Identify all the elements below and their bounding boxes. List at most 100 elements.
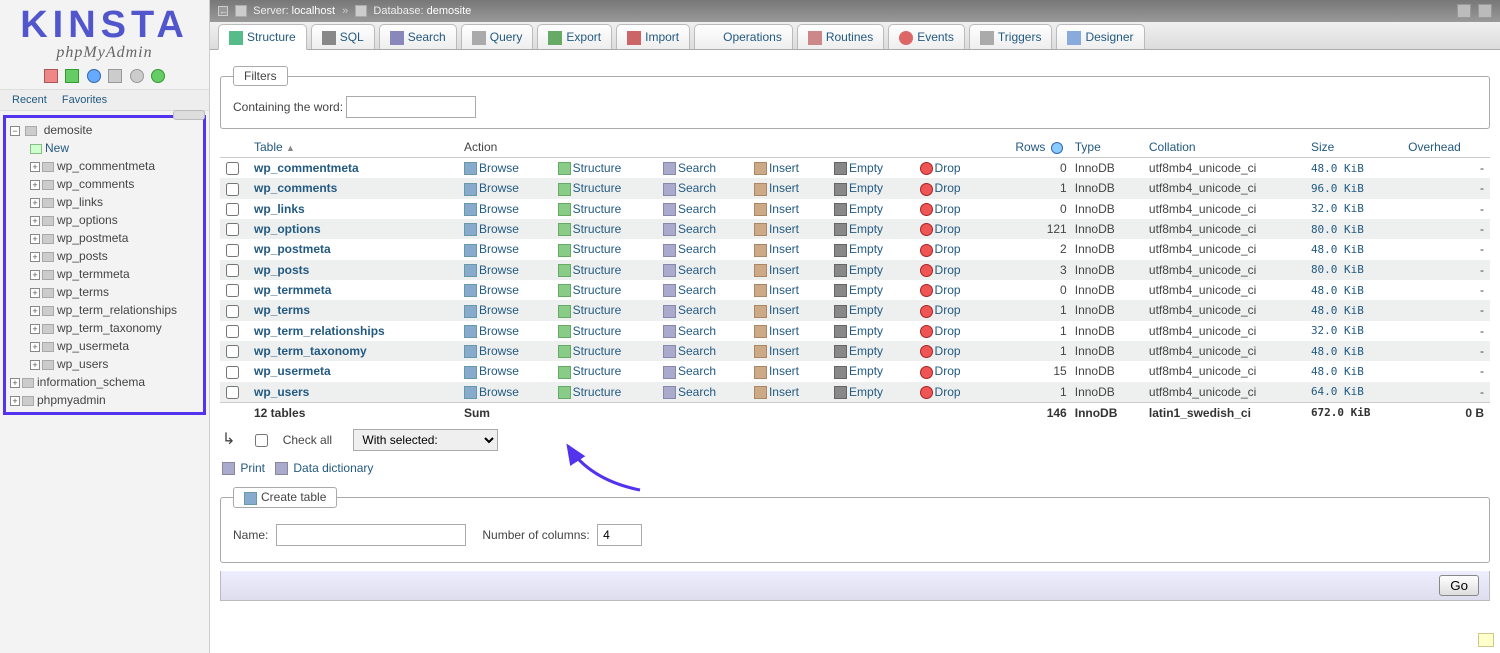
size-link[interactable]: 48.0 KiB	[1311, 284, 1364, 297]
col-size[interactable]: Size	[1305, 137, 1402, 158]
page-settings-icon[interactable]	[1457, 4, 1471, 18]
tree-table-row[interactable]: +wp_termmeta	[28, 265, 201, 283]
row-checkbox[interactable]	[226, 244, 239, 257]
plus-icon[interactable]: +	[30, 342, 40, 352]
tree-table-row[interactable]: +wp_users	[28, 355, 201, 373]
size-link[interactable]: 48.0 KiB	[1311, 243, 1364, 256]
structure-link[interactable]: Structure	[573, 344, 622, 358]
tab-export[interactable]: Export	[537, 24, 612, 49]
table-name-link[interactable]: wp_posts	[254, 263, 309, 277]
plus-icon[interactable]: +	[30, 162, 40, 172]
table-name-link[interactable]: wp_postmeta	[254, 242, 331, 256]
size-link[interactable]: 80.0 KiB	[1311, 223, 1364, 236]
php-docs-icon[interactable]	[108, 69, 122, 83]
browse-link[interactable]: Browse	[479, 344, 519, 358]
tree-table-row[interactable]: +wp_terms	[28, 283, 201, 301]
database-link[interactable]: demosite	[427, 5, 472, 17]
browse-link[interactable]: Browse	[479, 242, 519, 256]
search-link[interactable]: Search	[678, 222, 716, 236]
tree-table-row[interactable]: +wp_term_relationships	[28, 301, 201, 319]
structure-link[interactable]: Structure	[573, 161, 622, 175]
search-link[interactable]: Search	[678, 202, 716, 216]
plus-icon[interactable]: +	[10, 396, 20, 406]
insert-link[interactable]: Insert	[769, 263, 799, 277]
nav-toggle-icon[interactable]: ←	[218, 6, 228, 16]
tree-table-row[interactable]: +wp_commentmeta	[28, 157, 201, 175]
empty-link[interactable]: Empty	[849, 344, 883, 358]
size-link[interactable]: 64.0 KiB	[1311, 385, 1364, 398]
logout-icon[interactable]	[65, 69, 79, 83]
tree-table-row[interactable]: +wp_options	[28, 211, 201, 229]
tab-triggers[interactable]: Triggers	[969, 24, 1053, 49]
table-name-link[interactable]: wp_usermeta	[254, 364, 331, 378]
drop-link[interactable]: Drop	[935, 222, 961, 236]
drop-link[interactable]: Drop	[935, 344, 961, 358]
search-link[interactable]: Search	[678, 283, 716, 297]
structure-link[interactable]: Structure	[573, 385, 622, 399]
tab-operations[interactable]: Operations	[694, 24, 793, 49]
row-checkbox[interactable]	[226, 366, 239, 379]
search-link[interactable]: Search	[678, 181, 716, 195]
docs-icon[interactable]	[87, 69, 101, 83]
row-checkbox[interactable]	[226, 203, 239, 216]
empty-link[interactable]: Empty	[849, 385, 883, 399]
row-checkbox[interactable]	[226, 305, 239, 318]
drop-link[interactable]: Drop	[935, 364, 961, 378]
insert-link[interactable]: Insert	[769, 161, 799, 175]
size-link[interactable]: 80.0 KiB	[1311, 263, 1364, 276]
plus-icon[interactable]: +	[30, 288, 40, 298]
size-link[interactable]: 32.0 KiB	[1311, 202, 1364, 215]
drop-link[interactable]: Drop	[935, 202, 961, 216]
search-link[interactable]: Search	[678, 242, 716, 256]
plus-icon[interactable]: +	[30, 360, 40, 370]
drop-link[interactable]: Drop	[935, 303, 961, 317]
check-all-checkbox[interactable]	[255, 434, 268, 447]
table-name-link[interactable]: wp_links	[254, 202, 305, 216]
tree-table-row[interactable]: +wp_posts	[28, 247, 201, 265]
empty-link[interactable]: Empty	[849, 364, 883, 378]
structure-link[interactable]: Structure	[573, 283, 622, 297]
row-checkbox[interactable]	[226, 183, 239, 196]
plus-icon[interactable]: +	[30, 234, 40, 244]
db-node[interactable]: +phpmyadmin	[8, 391, 201, 409]
drop-link[interactable]: Drop	[935, 161, 961, 175]
browse-link[interactable]: Browse	[479, 385, 519, 399]
col-overhead[interactable]: Overhead	[1402, 137, 1490, 158]
structure-link[interactable]: Structure	[573, 324, 622, 338]
tab-search[interactable]: Search	[379, 24, 457, 49]
col-collation[interactable]: Collation	[1143, 137, 1305, 158]
tree-table-row[interactable]: +wp_postmeta	[28, 229, 201, 247]
table-name-link[interactable]: wp_termmeta	[254, 283, 331, 297]
new-table[interactable]: New	[45, 141, 69, 155]
drop-link[interactable]: Drop	[935, 283, 961, 297]
structure-link[interactable]: Structure	[573, 303, 622, 317]
drop-link[interactable]: Drop	[935, 324, 961, 338]
empty-link[interactable]: Empty	[849, 303, 883, 317]
insert-link[interactable]: Insert	[769, 242, 799, 256]
home-icon[interactable]	[44, 69, 58, 83]
tab-designer[interactable]: Designer	[1056, 24, 1144, 49]
structure-link[interactable]: Structure	[573, 181, 622, 195]
favorites-tab[interactable]: Favorites	[56, 92, 113, 108]
plus-icon[interactable]: +	[10, 378, 20, 388]
table-name-link[interactable]: wp_options	[254, 222, 321, 236]
row-checkbox[interactable]	[226, 345, 239, 358]
size-link[interactable]: 48.0 KiB	[1311, 304, 1364, 317]
insert-link[interactable]: Insert	[769, 303, 799, 317]
size-link[interactable]: 48.0 KiB	[1311, 345, 1364, 358]
print-link[interactable]: Print	[240, 461, 265, 475]
browse-link[interactable]: Browse	[479, 181, 519, 195]
recent-tab[interactable]: Recent	[6, 92, 53, 108]
insert-link[interactable]: Insert	[769, 364, 799, 378]
empty-link[interactable]: Empty	[849, 181, 883, 195]
browse-link[interactable]: Browse	[479, 364, 519, 378]
table-name-link[interactable]: wp_users	[254, 385, 309, 399]
search-link[interactable]: Search	[678, 161, 716, 175]
insert-link[interactable]: Insert	[769, 202, 799, 216]
tab-structure[interactable]: Structure	[218, 24, 307, 50]
search-link[interactable]: Search	[678, 303, 716, 317]
size-link[interactable]: 48.0 KiB	[1311, 162, 1364, 175]
insert-link[interactable]: Insert	[769, 344, 799, 358]
go-button[interactable]: Go	[1439, 575, 1479, 596]
search-link[interactable]: Search	[678, 385, 716, 399]
